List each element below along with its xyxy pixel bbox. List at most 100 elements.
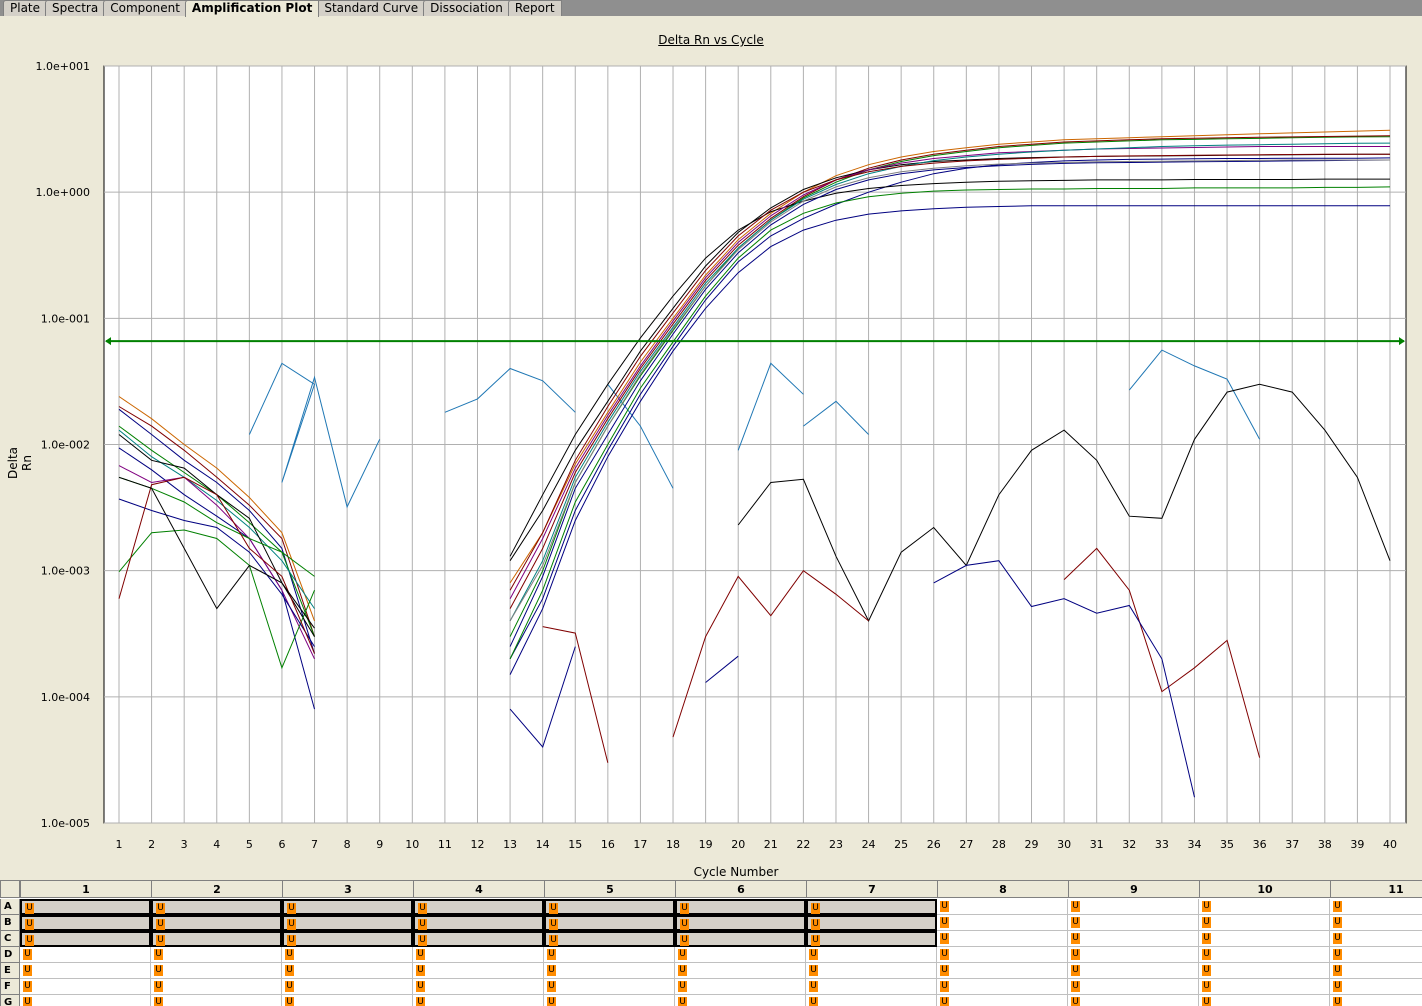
plate-well[interactable]: U <box>806 931 937 947</box>
plate-well[interactable]: U <box>675 899 806 915</box>
plate-well[interactable]: U <box>1199 979 1330 995</box>
plate-well[interactable]: U <box>1068 947 1199 963</box>
plate-row-header[interactable]: B <box>0 915 20 931</box>
plate-well[interactable]: U <box>1199 915 1330 931</box>
plate-well[interactable]: U <box>937 915 1068 931</box>
plate-well[interactable]: U <box>413 931 544 947</box>
plate-well[interactable]: U <box>282 931 413 947</box>
plate-well[interactable]: U <box>282 915 413 931</box>
plate-well[interactable]: U <box>1068 915 1199 931</box>
plate-well[interactable]: U <box>544 899 675 915</box>
plate-well[interactable]: U <box>1330 915 1422 931</box>
tab-spectra[interactable]: Spectra <box>45 0 106 16</box>
plate-well[interactable]: U <box>1068 931 1199 947</box>
plate-well[interactable]: U <box>20 947 151 963</box>
plate-well[interactable]: U <box>1330 947 1422 963</box>
plate-column-header[interactable]: 5 <box>544 880 676 898</box>
plate-column-header[interactable]: 11 <box>1330 880 1422 898</box>
plate-row-header[interactable]: A <box>0 899 20 915</box>
plate-column-header[interactable]: 7 <box>806 880 938 898</box>
plate-well[interactable]: U <box>937 979 1068 995</box>
plate-column-header[interactable]: 9 <box>1068 880 1200 898</box>
plate-column-header[interactable]: 8 <box>937 880 1069 898</box>
plate-well[interactable]: U <box>675 931 806 947</box>
plate-column-header[interactable]: 4 <box>413 880 545 898</box>
plate-well[interactable]: U <box>1330 995 1422 1006</box>
plate-well[interactable]: U <box>151 995 282 1006</box>
plate-well[interactable]: U <box>806 963 937 979</box>
tab-component[interactable]: Component <box>103 0 187 16</box>
plate-well[interactable]: U <box>937 947 1068 963</box>
plate-well[interactable]: U <box>544 963 675 979</box>
plate-well[interactable]: U <box>544 931 675 947</box>
plate-well[interactable]: U <box>675 979 806 995</box>
plate-well[interactable]: U <box>1199 995 1330 1006</box>
plate-well[interactable]: U <box>806 915 937 931</box>
plate-well[interactable]: U <box>413 915 544 931</box>
plate-well[interactable]: U <box>806 899 937 915</box>
plate-well[interactable]: U <box>1199 947 1330 963</box>
plate-well[interactable]: U <box>1199 963 1330 979</box>
plate-column-header[interactable]: 1 <box>20 880 152 898</box>
plate-well[interactable]: U <box>1330 963 1422 979</box>
plate-well[interactable]: U <box>20 899 151 915</box>
plate-well[interactable]: U <box>544 995 675 1006</box>
tab-dissociation[interactable]: Dissociation <box>423 0 510 16</box>
plate-well[interactable]: U <box>937 963 1068 979</box>
plate-well[interactable]: U <box>413 899 544 915</box>
plate-well[interactable]: U <box>806 947 937 963</box>
plate-well[interactable]: U <box>282 995 413 1006</box>
plate-column-header[interactable]: 10 <box>1199 880 1331 898</box>
plate-well[interactable]: U <box>20 963 151 979</box>
plate-well[interactable]: U <box>151 915 282 931</box>
plate-well[interactable]: U <box>675 963 806 979</box>
plate-well[interactable]: U <box>20 915 151 931</box>
plate-well[interactable]: U <box>282 947 413 963</box>
plate-well[interactable]: U <box>675 995 806 1006</box>
plate-well[interactable]: U <box>20 979 151 995</box>
plate-well[interactable]: U <box>1330 979 1422 995</box>
tab-report[interactable]: Report <box>507 0 562 16</box>
plate-row-header[interactable]: E <box>0 963 20 979</box>
plate-well[interactable]: U <box>282 899 413 915</box>
plate-well[interactable]: U <box>282 963 413 979</box>
plate-column-header[interactable]: 3 <box>282 880 414 898</box>
plate-well[interactable]: U <box>544 947 675 963</box>
plate-column-header[interactable]: 2 <box>151 880 283 898</box>
plate-well[interactable]: U <box>413 963 544 979</box>
plate-well[interactable]: U <box>1199 899 1330 915</box>
plate-well[interactable]: U <box>282 979 413 995</box>
plate-row-header[interactable]: G <box>0 995 20 1006</box>
plate-well[interactable]: U <box>20 995 151 1006</box>
plate-well[interactable]: U <box>151 931 282 947</box>
plate-well[interactable]: U <box>413 979 544 995</box>
plate-well[interactable]: U <box>937 931 1068 947</box>
plate-well[interactable]: U <box>1068 979 1199 995</box>
plate-well[interactable]: U <box>675 947 806 963</box>
plate-well[interactable]: U <box>675 915 806 931</box>
plate-row-header[interactable]: F <box>0 979 20 995</box>
plate-well[interactable]: U <box>1330 899 1422 915</box>
plate-well[interactable]: U <box>151 899 282 915</box>
plate-well[interactable]: U <box>1330 931 1422 947</box>
plate-column-header[interactable]: 6 <box>675 880 807 898</box>
plate-row-header[interactable]: C <box>0 931 20 947</box>
plate-well[interactable]: U <box>20 931 151 947</box>
plate-well[interactable]: U <box>1199 931 1330 947</box>
plate-well[interactable]: U <box>937 899 1068 915</box>
plate-well[interactable]: U <box>151 979 282 995</box>
plate-well[interactable]: U <box>937 995 1068 1006</box>
plate-well[interactable]: U <box>151 947 282 963</box>
plate-well[interactable]: U <box>544 979 675 995</box>
plate-well[interactable]: U <box>544 915 675 931</box>
plate-well[interactable]: U <box>1068 899 1199 915</box>
tab-standard-curve[interactable]: Standard Curve <box>317 0 426 16</box>
plate-well[interactable]: U <box>151 963 282 979</box>
plate-row-header[interactable]: D <box>0 947 20 963</box>
plate-well[interactable]: U <box>1068 963 1199 979</box>
plate-well[interactable]: U <box>413 995 544 1006</box>
tab-plate[interactable]: Plate <box>3 0 48 16</box>
plate-well[interactable]: U <box>413 947 544 963</box>
plate-well[interactable]: U <box>1068 995 1199 1006</box>
plate-well[interactable]: U <box>806 995 937 1006</box>
